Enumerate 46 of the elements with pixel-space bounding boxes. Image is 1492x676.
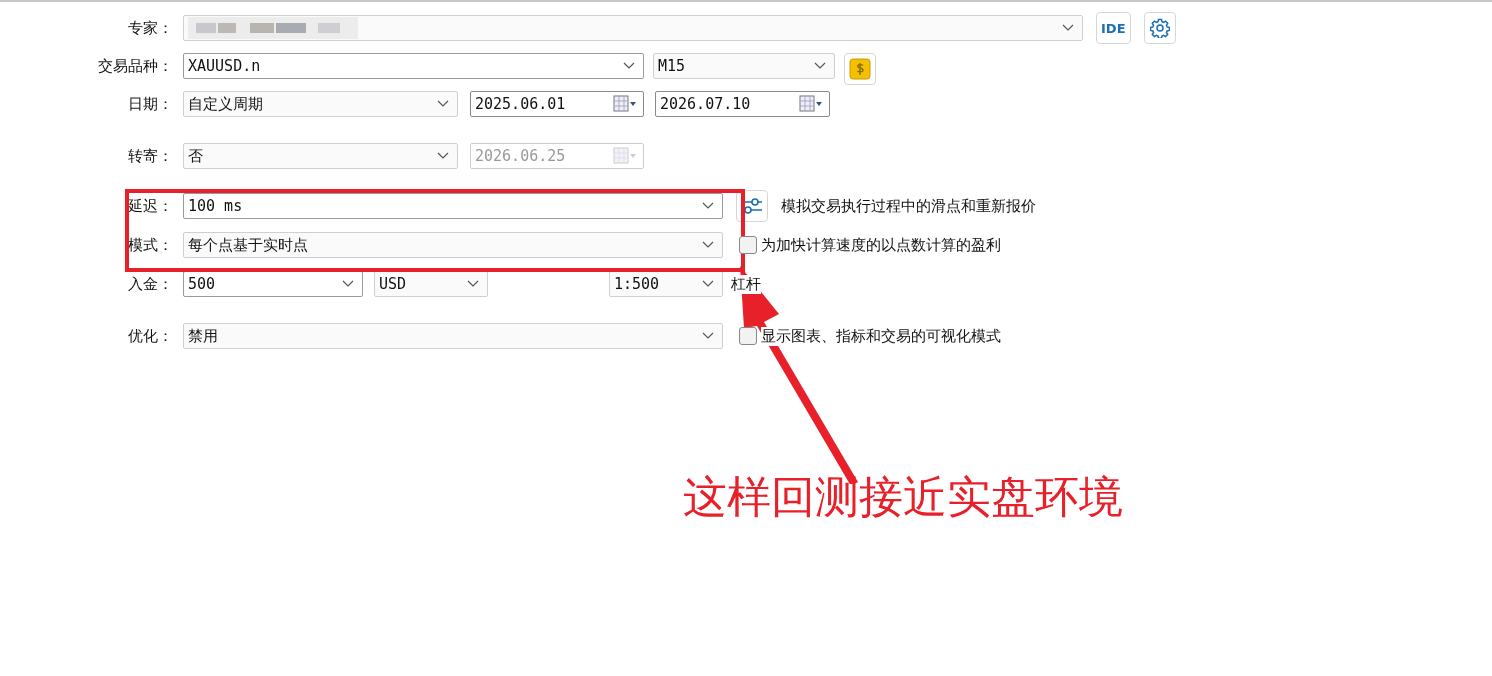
checkbox[interactable] bbox=[739, 236, 757, 254]
chevron-down-icon bbox=[437, 100, 449, 108]
field-label: 日期： bbox=[127, 94, 174, 114]
date-picker[interactable]: 2026.07.10 bbox=[655, 91, 830, 117]
delay-dropdown[interactable]: 100 ms bbox=[183, 193, 723, 219]
field-label: 交易品种： bbox=[97, 56, 174, 76]
field-label: 模式： bbox=[127, 235, 174, 255]
timeframe-dropdown[interactable]: M15 bbox=[653, 53, 835, 79]
field-label: 入金： bbox=[127, 274, 174, 294]
chevron-down-icon bbox=[342, 280, 354, 288]
mode-dropdown[interactable]: 每个点基于实时点 bbox=[183, 232, 723, 258]
chevron-down-icon bbox=[437, 152, 449, 160]
field-label: 转寄： bbox=[127, 146, 174, 166]
currency-dropdown[interactable]: USD bbox=[374, 271, 488, 297]
leverage-dropdown[interactable]: 1:500 bbox=[609, 271, 723, 297]
calendar-icon bbox=[613, 147, 637, 165]
field-label: 杠杆 bbox=[731, 274, 761, 294]
chevron-down-icon bbox=[702, 280, 714, 288]
chevron-down-icon bbox=[702, 202, 714, 210]
chevron-down-icon bbox=[702, 332, 714, 340]
chevron-down-icon bbox=[623, 62, 635, 70]
chevron-down-icon bbox=[467, 280, 479, 288]
checkbox[interactable] bbox=[739, 327, 757, 345]
expert-dropdown[interactable] bbox=[183, 15, 1083, 41]
chevron-down-icon bbox=[1062, 24, 1074, 32]
checkbox-label: 为加快计算速度的以点数计算的盈利 bbox=[761, 235, 1001, 255]
chevron-down-icon bbox=[814, 62, 826, 70]
delay-description: 模拟交易执行过程中的滑点和重新报价 bbox=[781, 196, 1036, 216]
dollar-button[interactable] bbox=[844, 53, 876, 85]
symbol-dropdown[interactable]: XAUUSD.n bbox=[183, 53, 644, 79]
chevron-down-icon bbox=[702, 241, 714, 249]
optimization-dropdown[interactable]: 禁用 bbox=[183, 323, 723, 349]
field-label: 延迟： bbox=[127, 196, 174, 216]
settings-icon bbox=[1149, 18, 1170, 38]
period-dropdown[interactable]: 自定义周期 bbox=[183, 91, 458, 117]
date-picker[interactable]: 2025.06.01 bbox=[470, 91, 644, 117]
field-label: 优化： bbox=[127, 326, 174, 346]
settings-button[interactable] bbox=[1143, 12, 1176, 44]
ide-button[interactable]: IDE bbox=[1096, 12, 1131, 44]
deposit-dropdown[interactable]: 500 bbox=[183, 271, 363, 297]
calendar-icon bbox=[613, 95, 637, 113]
dollar-icon bbox=[849, 58, 871, 80]
annotation-text: 这样回测接近实盘环境 bbox=[683, 470, 1123, 524]
field-label: 专家： bbox=[127, 18, 174, 38]
checkbox-label: 显示图表、指标和交易的可视化模式 bbox=[761, 326, 1001, 346]
calendar-icon bbox=[799, 95, 823, 113]
